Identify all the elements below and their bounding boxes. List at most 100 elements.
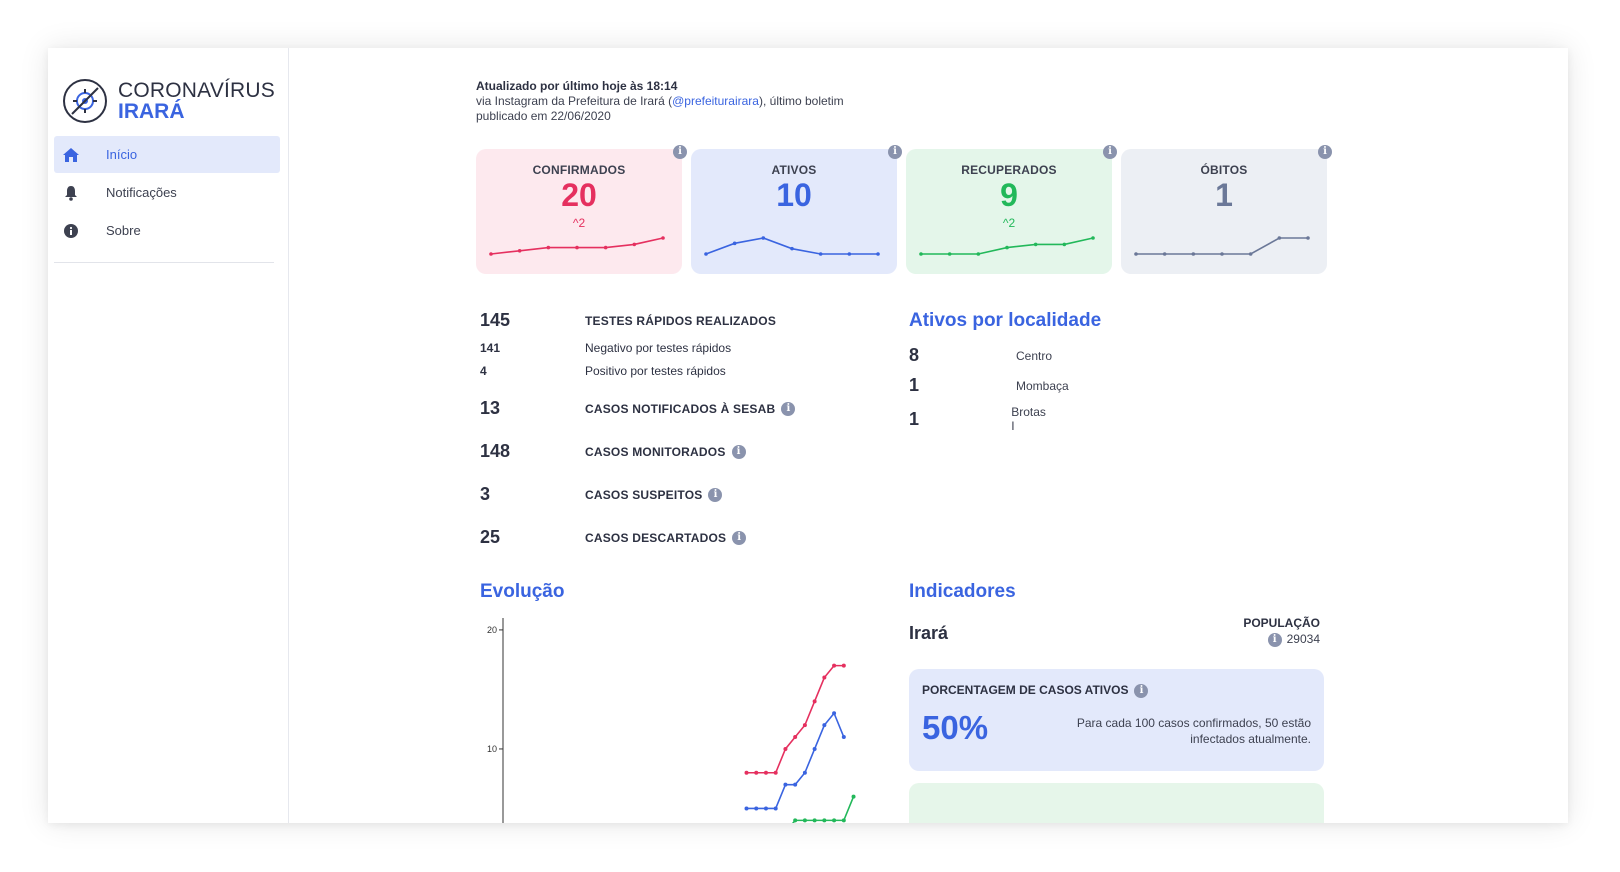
discarded-row: 25 CASOS DESCARTADOS i — [480, 527, 747, 548]
nav-divider — [54, 262, 274, 263]
home-icon — [62, 146, 80, 164]
sparkline-point — [489, 252, 493, 256]
info-icon[interactable]: i — [732, 530, 747, 545]
sparkline-point — [761, 236, 766, 240]
card-heading-text: PORCENTAGEM DE CASOS ATIVOS — [922, 683, 1129, 697]
sparkline — [489, 236, 665, 256]
stat-label: CASOS MONITORADOS — [585, 444, 726, 459]
stat-label: CASOS SUSPEITOS — [585, 487, 703, 502]
series-line — [746, 711, 845, 810]
card-heading: PORCENTAGEM DE CASOS ATIVOS i — [922, 683, 1149, 698]
stat-value: 4 — [480, 364, 487, 378]
nav-item-sobre[interactable]: Sobre — [54, 212, 280, 249]
notified-row: 13 CASOS NOTIFICADOS À SESAB i — [480, 398, 796, 419]
card-confirmados[interactable]: CONFIRMADOS 20 ^2 i — [476, 145, 687, 274]
active-percentage-card: PORCENTAGEM DE CASOS ATIVOS i 50% Para ca… — [909, 669, 1324, 771]
stat-value: 25 — [480, 527, 501, 547]
stat-label: TESTES RÁPIDOS REALIZADOS — [585, 313, 777, 328]
tests-positive-row: 4 Positivo por testes rápidos — [480, 364, 726, 378]
sparkline-point — [732, 241, 737, 246]
sparkline-point — [947, 252, 952, 256]
sparkline-point — [575, 245, 579, 250]
card-value: 10 — [776, 177, 812, 213]
list-item: 8 Centro — [909, 345, 1052, 366]
population-info: POPULAÇÃO i 29034 — [1188, 616, 1320, 647]
info-icon[interactable]: i — [781, 401, 796, 416]
active-percentage-description: Para cada 100 casos confirmados, 50 estã… — [1076, 716, 1311, 746]
sparkline-point — [1005, 245, 1009, 250]
logo[interactable]: CORONAVÍRUS IRARÁ — [62, 78, 275, 124]
card-label: CONFIRMADOS — [532, 163, 626, 177]
population-value: 29034 — [1286, 632, 1320, 646]
y-tick-label: 20 — [487, 625, 497, 635]
tests-total-row: 145 TESTES RÁPIDOS REALIZADOS — [480, 310, 776, 331]
nav-item-label: Sobre — [106, 223, 141, 238]
stat-value: 13 — [480, 398, 501, 418]
info-icon[interactable]: i — [1134, 683, 1149, 698]
indicadores-title: Indicadores — [909, 581, 1016, 602]
indicator-card-next — [909, 783, 1324, 823]
card-value: 20 — [561, 177, 597, 213]
locality-name: Centro — [1016, 348, 1053, 363]
main-content: Atualizado por último hoje às 18:14 via … — [288, 48, 1568, 823]
monitored-row: 148 CASOS MONITORADOS i — [480, 441, 746, 462]
sparkline-point — [704, 252, 708, 256]
card-obitos[interactable]: ÓBITOS 1 i — [1121, 145, 1332, 274]
sparkline-point — [1091, 236, 1095, 240]
update-title: Atualizado por último hoje às 18:14 — [476, 79, 678, 93]
info-icon[interactable]: i — [731, 444, 746, 459]
update-source-suffix: ), último boletim — [758, 94, 844, 108]
sparkline-point — [1162, 252, 1167, 256]
sparkline-point — [603, 245, 608, 250]
stat-label: Negativo por testes rápidos — [585, 341, 732, 355]
sparkline-point — [790, 246, 794, 251]
list-item: 1 Mombaça — [909, 375, 1069, 396]
tests-negative-row: 141 Negativo por testes rápidos — [480, 341, 731, 355]
sparkline — [1134, 236, 1310, 256]
instagram-link[interactable]: @prefeiturairara — [672, 94, 759, 108]
sidebar: CORONAVÍRUS IRARÁ Início Notificações So… — [48, 48, 289, 823]
sparkline — [704, 236, 880, 256]
series-line — [791, 796, 855, 823]
sparkline-point — [1062, 242, 1067, 247]
logo-title: CORONAVÍRUS — [118, 79, 275, 102]
logo-subtitle: IRARÁ — [118, 100, 185, 123]
sparkline-point — [919, 252, 923, 256]
card-recuperados[interactable]: RECUPERADOS 9 ^2 i — [906, 145, 1117, 274]
sparkline-point — [1033, 242, 1038, 247]
sparkline — [919, 236, 1095, 256]
info-icon[interactable]: i — [1103, 145, 1117, 159]
nav-item-label: Notificações — [106, 185, 177, 200]
sparkline-point — [1134, 252, 1138, 256]
sparkline-point — [1220, 252, 1224, 256]
sparkline-point — [1191, 252, 1196, 256]
sparkline-point — [517, 249, 522, 253]
info-icon[interactable]: i — [673, 145, 687, 159]
y-tick-label: 10 — [487, 744, 497, 754]
card-label: ATIVOS — [771, 163, 817, 177]
sparkline-point — [976, 252, 981, 256]
bell-icon — [62, 184, 80, 202]
sparkline-point — [546, 245, 551, 250]
sparkline-point — [1306, 236, 1310, 240]
info-icon[interactable]: i — [708, 487, 723, 502]
card-ativos[interactable]: ATIVOS 10 i — [691, 145, 902, 274]
stat-label: Positivo por testes rápidos — [585, 364, 726, 378]
population-label: POPULAÇÃO — [1243, 616, 1320, 630]
card-label: RECUPERADOS — [961, 163, 1057, 177]
sparkline-point — [818, 252, 823, 256]
evolucao-title: Evolução — [480, 581, 565, 602]
info-icon[interactable]: i — [1267, 632, 1282, 647]
update-info: Atualizado por último hoje às 18:14 via … — [476, 79, 896, 124]
sparkline-point — [1248, 252, 1253, 256]
locality-count: 1 — [909, 408, 920, 429]
nav-item-inicio[interactable]: Início — [54, 136, 280, 173]
info-icon[interactable]: i — [888, 145, 902, 159]
update-source-prefix: via Instagram da Prefeitura de Irará ( — [476, 94, 673, 108]
card-delta: ^2 — [572, 216, 586, 230]
stat-value: 141 — [480, 341, 501, 355]
virus-logo-icon — [63, 79, 107, 123]
nav-item-notificacoes[interactable]: Notificações — [54, 174, 280, 211]
info-icon[interactable]: i — [1318, 145, 1332, 159]
stat-value: 148 — [480, 441, 511, 461]
